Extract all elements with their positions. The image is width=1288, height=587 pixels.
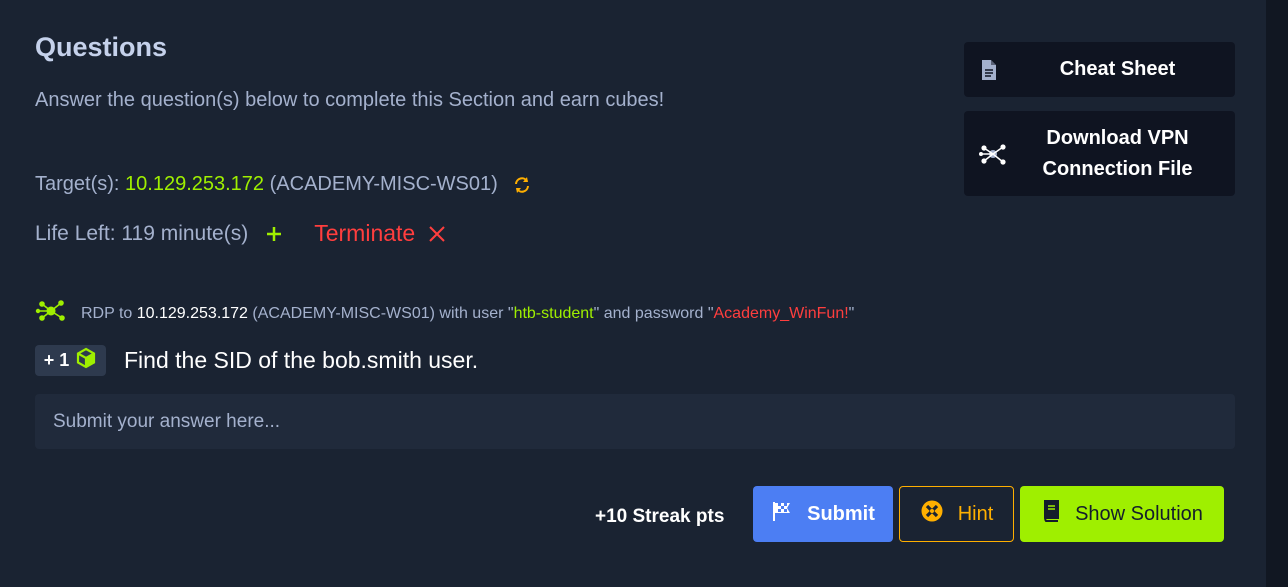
rdp-host: (ACADEMY-MISC-WS01) xyxy=(252,304,435,322)
questions-panel: Questions Answer the question(s) below t… xyxy=(0,0,1266,587)
life-line: Life Left: 119 minute(s) Terminate xyxy=(35,220,447,247)
hint-button[interactable]: Hint xyxy=(899,486,1014,542)
target-ip: 10.129.253.172 xyxy=(125,173,265,195)
network-icon xyxy=(35,298,67,329)
document-icon xyxy=(978,58,1000,82)
rdp-password: Academy_WinFun! xyxy=(713,304,849,322)
answer-input[interactable] xyxy=(35,394,1235,449)
target-label: Target(s): xyxy=(35,173,120,195)
show-solution-button[interactable]: Show Solution xyxy=(1020,486,1224,542)
terminate-label: Terminate xyxy=(314,220,416,246)
download-vpn-button[interactable]: Download VPN Connection File xyxy=(964,111,1235,196)
section-title: Questions xyxy=(35,32,168,62)
cheat-sheet-button[interactable]: Cheat Sheet xyxy=(964,42,1235,97)
network-icon xyxy=(978,140,1008,168)
cheat-sheet-label: Cheat Sheet xyxy=(1059,58,1176,80)
submit-label: Submit xyxy=(807,502,875,525)
vpn-label-line2: Connection File xyxy=(1042,157,1193,180)
plus-icon[interactable] xyxy=(264,224,284,244)
life-left-label: Life Left: 119 minute(s) xyxy=(35,221,249,245)
rdp-close-quote: " xyxy=(848,304,855,322)
submit-button[interactable]: Submit xyxy=(753,486,893,542)
target-host: (ACADEMY-MISC-WS01) xyxy=(269,173,498,195)
cube-reward-badge: + 1 xyxy=(35,345,106,376)
hint-icon xyxy=(920,499,944,529)
flag-icon xyxy=(771,500,793,528)
rdp-with-user: with user " xyxy=(439,304,514,322)
vpn-label-line1: Download VPN xyxy=(1046,126,1189,149)
rdp-text: RDP to 10.129.253.172 (ACADEMY-MISC-WS01… xyxy=(81,305,854,323)
cube-reward-count: + 1 xyxy=(43,350,70,370)
section-subtitle: Answer the question(s) below to complete… xyxy=(35,89,665,111)
streak-points: +10 Streak pts xyxy=(595,506,725,527)
cube-icon xyxy=(75,347,97,374)
rdp-ip: 10.129.253.172 xyxy=(136,304,248,322)
page-scrollbar[interactable] xyxy=(1266,0,1288,587)
rdp-prefix: RDP to xyxy=(81,304,133,322)
rdp-and-password: " and password " xyxy=(593,304,714,322)
show-solution-label: Show Solution xyxy=(1075,502,1203,525)
rdp-user: htb-student xyxy=(513,304,594,322)
target-line: Target(s): 10.129.253.172 (ACADEMY-MISC-… xyxy=(35,173,532,196)
terminate-button[interactable]: Terminate xyxy=(314,220,447,247)
refresh-icon[interactable] xyxy=(512,175,532,195)
close-icon xyxy=(427,224,447,244)
hint-label: Hint xyxy=(957,502,994,525)
rdp-info: RDP to 10.129.253.172 (ACADEMY-MISC-WS01… xyxy=(35,298,854,329)
question-text: Find the SID of the bob.smith user. xyxy=(124,347,479,373)
book-icon xyxy=(1041,499,1061,529)
question-row: + 1 Find the SID of the bob.smith user. xyxy=(35,345,478,376)
